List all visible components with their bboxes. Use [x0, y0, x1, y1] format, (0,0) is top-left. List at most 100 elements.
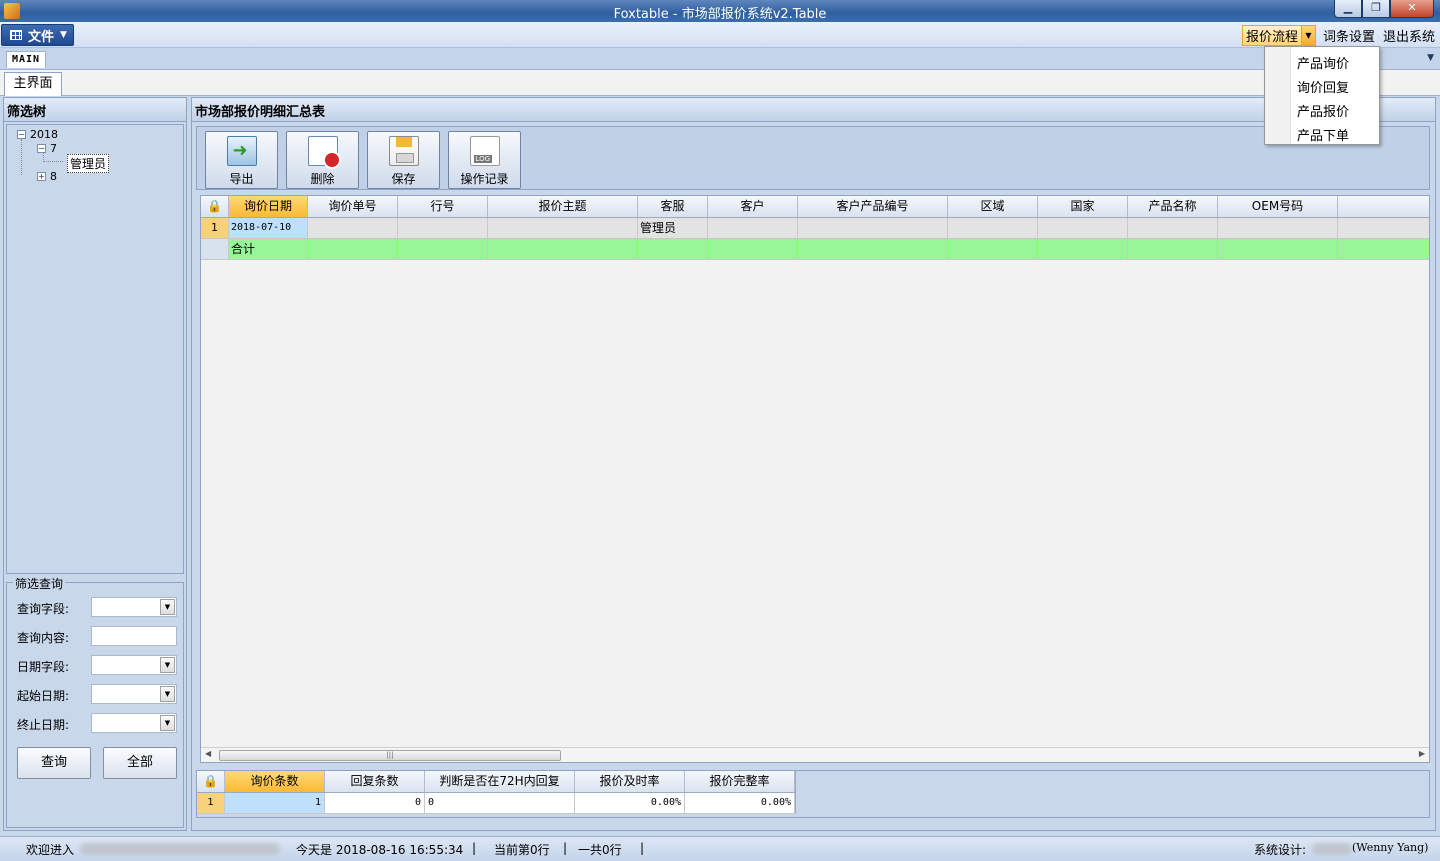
column-header[interactable]: 回复条数: [325, 771, 425, 792]
date-field-select[interactable]: ▼: [91, 655, 177, 675]
column-header[interactable]: OEM号码: [1218, 196, 1338, 217]
menu-item-product-order[interactable]: 产品下单: [1297, 125, 1349, 144]
show-all-button[interactable]: 全部: [103, 747, 177, 779]
table-row[interactable]: 1 2018-07-10 管理员: [201, 218, 1429, 239]
tree-node-label: 2018: [30, 128, 58, 141]
minimize-button[interactable]: ▁: [1334, 0, 1362, 18]
close-button[interactable]: ✕: [1390, 0, 1434, 18]
tree-node-year[interactable]: − 2018: [17, 128, 58, 141]
cell-line-no[interactable]: [398, 218, 488, 238]
cell-inquiry-date[interactable]: 2018-07-10: [229, 218, 308, 238]
column-header[interactable]: 行号: [398, 196, 488, 217]
log-icon: LOG: [469, 136, 500, 166]
window-controls: ▁ ❐ ✕: [1334, 0, 1434, 18]
row-number[interactable]: 1: [201, 218, 229, 238]
quote-flow-dropdown[interactable]: 报价流程 ▼: [1241, 25, 1316, 46]
export-button[interactable]: 导出: [205, 131, 278, 189]
cell-inquiry-no[interactable]: [308, 218, 398, 238]
row-number[interactable]: 1: [197, 793, 225, 813]
strip-dropdown-icon[interactable]: ▼: [1427, 53, 1434, 63]
menu-item-product-quote[interactable]: 产品报价: [1297, 101, 1349, 120]
stats-header: 🔒 询价条数 回复条数 判断是否在72H内回复 报价及时率 报价完整率: [197, 771, 796, 793]
tab-strip: 主界面: [0, 70, 1440, 96]
expand-icon[interactable]: +: [37, 172, 46, 181]
start-date-picker[interactable]: ▼: [91, 684, 177, 704]
summary-panel: 市场部报价明细汇总表 导出 删除 保存 LOG 操作记录 🔒 询价日期 询价单号…: [191, 97, 1436, 831]
tree-node-month[interactable]: − 7: [37, 142, 57, 155]
cell-service[interactable]: 管理员: [638, 218, 708, 238]
column-header[interactable]: 询价条数: [225, 771, 325, 792]
cell-customer[interactable]: [708, 218, 798, 238]
data-grid[interactable]: 🔒 询价日期 询价单号 行号 报价主题 客服 客户 客户产品编号 区域 国家 产…: [200, 195, 1430, 763]
maximize-button[interactable]: ❐: [1362, 0, 1390, 18]
stats-row[interactable]: 1 1 0 0 0.00% 0.00%: [197, 793, 796, 814]
cell-oem-no[interactable]: [1218, 218, 1338, 238]
delete-button[interactable]: 删除: [286, 131, 359, 189]
column-header[interactable]: 区域: [948, 196, 1038, 217]
delete-icon: [307, 136, 341, 169]
scroll-right-icon[interactable]: ▶: [1419, 749, 1425, 758]
menu-item-product-inquiry[interactable]: 产品询价: [1297, 53, 1349, 72]
status-bar: 欢迎进入 今天是 2018-08-16 16:55:34 | 当前第0行 | 一…: [0, 836, 1440, 861]
cell-within-72h[interactable]: 0: [425, 793, 575, 813]
collapse-icon[interactable]: −: [17, 130, 26, 139]
operation-log-button[interactable]: LOG 操作记录: [448, 131, 521, 189]
chevron-down-icon[interactable]: ▼: [1300, 26, 1315, 45]
column-header[interactable]: 产品名称: [1128, 196, 1218, 217]
menu-gutter: [1265, 47, 1291, 144]
chevron-down-icon[interactable]: ▼: [160, 657, 175, 673]
stats-grid[interactable]: 🔒 询价条数 回复条数 判断是否在72H内回复 报价及时率 报价完整率 1 1 …: [197, 771, 797, 817]
tree-node-month[interactable]: + 8: [37, 170, 57, 183]
terms-settings-link[interactable]: 词条设置: [1322, 26, 1376, 45]
cell-reference[interactable]: [1338, 218, 1429, 238]
column-header[interactable]: 客户: [708, 196, 798, 217]
column-header[interactable]: 询价单号: [308, 196, 398, 217]
operation-log-label: 操作记录: [460, 172, 509, 186]
query-content-input[interactable]: [91, 626, 177, 646]
total-row: 合计: [201, 239, 1429, 260]
cell-product-name[interactable]: [1128, 218, 1218, 238]
exit-system-link[interactable]: 退出系统: [1382, 26, 1436, 45]
filter-tree: − 2018 − 7 管理员 + 8: [6, 124, 184, 574]
query-button[interactable]: 查询: [17, 747, 91, 779]
column-header[interactable]: 国家: [1038, 196, 1128, 217]
column-header[interactable]: 判断是否在72H内回复: [425, 771, 575, 792]
lock-icon[interactable]: 🔒: [197, 771, 225, 792]
cell-quote-subject[interactable]: [488, 218, 638, 238]
scroll-left-icon[interactable]: ◀: [205, 749, 211, 758]
menu-bar: 文件 ▼ 报价流程 ▼ 词条设置 退出系统: [0, 22, 1440, 48]
column-header[interactable]: 报价完整率: [685, 771, 795, 792]
chevron-down-icon[interactable]: ▼: [160, 686, 175, 702]
toolbar: 导出 删除 保存 LOG 操作记录: [196, 126, 1430, 190]
chevron-down-icon[interactable]: ▼: [160, 715, 175, 731]
column-header[interactable]: 报价及时率: [575, 771, 685, 792]
scrollbar-thumb[interactable]: |||: [219, 750, 561, 761]
cell-inquiry-count[interactable]: 1: [225, 793, 325, 813]
column-header[interactable]: 报价主题: [488, 196, 638, 217]
tree-node-user[interactable]: 管理员: [67, 154, 110, 173]
cell-reply-count[interactable]: 0: [325, 793, 425, 813]
collapse-icon[interactable]: −: [37, 144, 46, 153]
column-header[interactable]: 客户产品编号: [798, 196, 948, 217]
total-cell: [1218, 239, 1338, 259]
lock-icon[interactable]: 🔒: [201, 196, 229, 217]
horizontal-scrollbar[interactable]: ◀ ||| ▶: [201, 747, 1429, 762]
cell-complete-rate[interactable]: 0.00%: [685, 793, 795, 813]
column-header[interactable]: 询价日期: [229, 196, 308, 217]
end-date-picker[interactable]: ▼: [91, 713, 177, 733]
column-header[interactable]: 参考: [1338, 196, 1429, 217]
tab-main-interface[interactable]: 主界面: [4, 72, 62, 96]
cell-country[interactable]: [1038, 218, 1128, 238]
column-header[interactable]: 客服: [638, 196, 708, 217]
cell-customer-product-no[interactable]: [798, 218, 948, 238]
tree-node-label: 管理员: [67, 154, 110, 173]
cell-timely-rate[interactable]: 0.00%: [575, 793, 685, 813]
save-button[interactable]: 保存: [367, 131, 440, 189]
total-cell: [398, 239, 488, 259]
main-tag[interactable]: MAIN: [6, 51, 47, 68]
cell-region[interactable]: [948, 218, 1038, 238]
query-field-select[interactable]: ▼: [91, 597, 177, 617]
menu-item-inquiry-reply[interactable]: 询价回复: [1297, 77, 1349, 96]
file-menu-button[interactable]: 文件 ▼: [1, 24, 74, 46]
chevron-down-icon[interactable]: ▼: [160, 599, 175, 615]
